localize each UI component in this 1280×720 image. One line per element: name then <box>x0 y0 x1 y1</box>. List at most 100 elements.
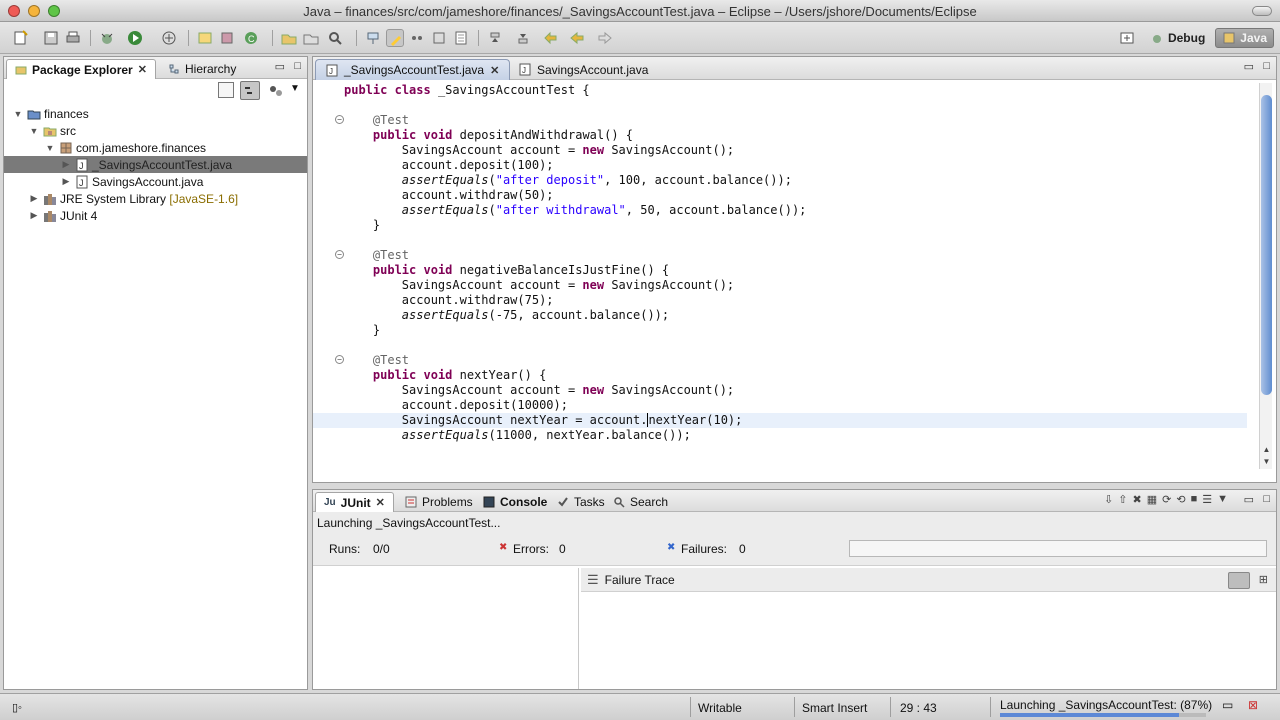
failure-trace-label: Failure Trace <box>604 572 675 587</box>
show-source-icon[interactable] <box>452 29 470 47</box>
rerun-test-icon[interactable]: ⟳ <box>1162 493 1171 506</box>
fold-icon[interactable]: − <box>335 250 344 259</box>
test-run-history-icon[interactable]: ☰ <box>1202 493 1212 506</box>
debug-icon[interactable] <box>98 29 116 47</box>
code-area[interactable]: public class _SavingsAccountTest { − @Te… <box>313 81 1247 482</box>
package-explorer-icon <box>15 66 27 74</box>
scroll-lock-icon[interactable]: ▦ <box>1147 493 1157 506</box>
close-icon[interactable]: ✕ <box>490 64 499 77</box>
expand-triangle-icon[interactable]: ▶ <box>60 159 72 170</box>
next-failure-icon[interactable]: ⇩ <box>1104 493 1113 506</box>
highlight-icon[interactable] <box>386 29 404 47</box>
scroll-down-arrow-icon[interactable]: ▼ <box>1260 457 1273 469</box>
editor-vertical-scrollbar[interactable]: ▲ ▼ <box>1259 83 1272 469</box>
tab-junit[interactable]: Ju JUnit ✕ <box>315 492 394 512</box>
tree-item-savingsaccounttest[interactable]: ▶ J _SavingsAccountTest.java <box>4 156 307 173</box>
view-menu-chevron-down-icon[interactable]: ▼ <box>290 83 300 94</box>
scroll-up-arrow-icon[interactable]: ▲ <box>1260 445 1273 457</box>
java-perspective-button[interactable]: Java <box>1215 28 1274 48</box>
expand-triangle-icon[interactable]: ▼ <box>44 143 56 153</box>
maximize-view-icon[interactable]: □ <box>1263 493 1270 505</box>
code-line: − @Test <box>313 248 1247 263</box>
tab-savingsaccounttest[interactable]: J _SavingsAccountTest.java ✕ <box>315 59 511 80</box>
show-failures-only-icon[interactable]: ✖ <box>1133 493 1142 506</box>
tree-item-src[interactable]: ▼ src <box>4 122 307 139</box>
tab-tasks[interactable]: Tasks <box>549 492 613 512</box>
link-with-editor-icon[interactable] <box>240 81 260 100</box>
external-tools-icon[interactable] <box>160 29 178 47</box>
tab-savingsaccount[interactable]: J SavingsAccount.java <box>509 59 658 80</box>
minimize-view-icon[interactable]: ▭ <box>1244 493 1254 506</box>
tab-label: SavingsAccount.java <box>537 62 649 77</box>
cancel-progress-icon[interactable]: ⊠ <box>1248 698 1258 712</box>
back-icon[interactable] <box>568 29 586 47</box>
expand-triangle-icon[interactable]: ▶ <box>28 210 40 221</box>
toggle-mark-occurrences-icon[interactable] <box>364 29 382 47</box>
collapse-all-icon[interactable] <box>218 82 234 98</box>
minimize-view-icon[interactable]: ▭ <box>1244 60 1254 73</box>
code-editor-view: J _SavingsAccountTest.java ✕ J SavingsAc… <box>312 56 1277 483</box>
expand-triangle-icon[interactable]: ▼ <box>12 109 24 119</box>
block-selection-icon[interactable] <box>430 29 448 47</box>
close-icon[interactable]: ✕ <box>138 63 147 76</box>
print-icon[interactable] <box>64 29 82 47</box>
tree-item-label: JUnit 4 <box>60 208 98 223</box>
fold-icon[interactable]: − <box>335 355 344 364</box>
maximize-view-icon[interactable]: □ <box>1263 60 1270 72</box>
tab-package-explorer[interactable]: Package Explorer ✕ <box>6 59 156 79</box>
run-icon[interactable] <box>126 29 144 47</box>
scrollbar-thumb[interactable] <box>1261 95 1272 395</box>
search-icon[interactable] <box>326 29 344 47</box>
junit-view: Ju JUnit ✕ Problems Console Tasks Search… <box>312 489 1277 690</box>
tab-console[interactable]: Console <box>475 492 555 512</box>
code-line: } <box>344 323 381 337</box>
tab-search[interactable]: Search <box>605 492 676 512</box>
previous-annotation-icon[interactable] <box>514 29 532 47</box>
new-package-icon[interactable] <box>218 29 236 47</box>
forward-icon[interactable] <box>596 29 614 47</box>
fast-view-icon[interactable]: ▯◦ <box>12 701 22 714</box>
errors-value: 0 <box>559 542 566 556</box>
open-perspective-button[interactable] <box>1114 29 1140 47</box>
tree-item-package[interactable]: ▼ com.jameshore.finances <box>4 139 307 156</box>
tree-item-savingsaccount[interactable]: ▶ J SavingsAccount.java <box>4 173 307 190</box>
expand-triangle-icon[interactable]: ▶ <box>60 176 72 187</box>
stop-run-icon[interactable]: ■ <box>1191 493 1198 506</box>
open-type-icon[interactable] <box>280 29 298 47</box>
new-wizard-icon[interactable] <box>12 29 30 47</box>
view-menu-chevron-down-icon[interactable]: ▼ <box>1217 493 1228 506</box>
save-icon[interactable] <box>42 29 60 47</box>
debug-perspective-label: Debug <box>1167 31 1206 45</box>
next-annotation-icon[interactable] <box>486 29 504 47</box>
fold-icon[interactable]: − <box>335 115 344 124</box>
last-edit-location-icon[interactable] <box>542 29 560 47</box>
failures-label: Failures: <box>681 542 728 556</box>
test-results-tree[interactable] <box>313 568 579 689</box>
show-whitespace-icon[interactable] <box>408 29 426 47</box>
rerun-failed-first-icon[interactable]: ⟲ <box>1176 493 1185 506</box>
filter-stack-trace-icon[interactable] <box>1228 572 1250 589</box>
tree-item-junit4[interactable]: ▶ JUnit 4 <box>4 207 307 224</box>
minimize-view-icon[interactable]: ▭ <box>275 60 285 73</box>
toolbar-toggle-button[interactable] <box>1252 6 1272 16</box>
java-perspective-label: Java <box>1240 31 1267 45</box>
tree-item-finances[interactable]: ▼ finances <box>4 105 307 122</box>
tab-problems[interactable]: Problems <box>397 492 481 512</box>
tab-hierarchy[interactable]: Hierarchy <box>160 59 244 79</box>
debug-perspective-button[interactable]: Debug <box>1144 29 1211 47</box>
code-line: account.deposit(10000); <box>344 398 568 412</box>
package-icon <box>60 142 72 153</box>
package-explorer-toolbar: ▼ <box>4 79 307 103</box>
expand-triangle-icon[interactable]: ▼ <box>28 126 40 136</box>
previous-failure-icon[interactable]: ⇧ <box>1118 493 1127 506</box>
expand-triangle-icon[interactable]: ▶ <box>28 193 40 204</box>
compare-result-icon[interactable]: ⊞ <box>1259 573 1268 586</box>
close-icon[interactable]: ✕ <box>376 496 385 509</box>
tree-item-jre-library[interactable]: ▶ JRE System Library [JavaSE-1.6] <box>4 190 307 207</box>
new-java-project-icon[interactable] <box>196 29 214 47</box>
progress-view-icon[interactable]: ▭ <box>1222 698 1233 712</box>
new-class-icon[interactable]: C <box>242 29 260 47</box>
filters-icon[interactable] <box>268 83 284 99</box>
maximize-view-icon[interactable]: □ <box>294 60 301 72</box>
open-task-icon[interactable] <box>302 29 320 47</box>
